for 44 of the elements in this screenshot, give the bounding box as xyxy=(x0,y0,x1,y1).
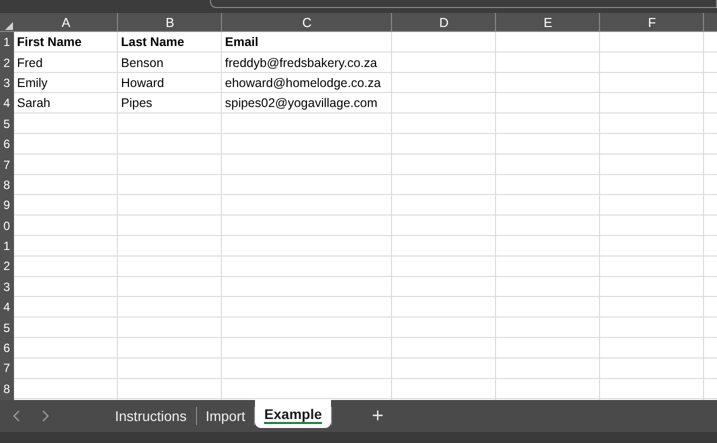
row-header[interactable]: 1 xyxy=(0,236,14,256)
row-header[interactable]: 5 xyxy=(0,114,14,134)
sheet-tab[interactable]: Import xyxy=(196,404,254,428)
row-header[interactable]: 7 xyxy=(0,358,14,379)
row-header[interactable]: 2 xyxy=(0,256,14,277)
row-header[interactable]: 5 xyxy=(0,317,14,338)
column-header[interactable]: D xyxy=(392,13,496,32)
row-header[interactable]: 0 xyxy=(0,216,14,236)
column-header[interactable]: A xyxy=(14,13,118,32)
row-header[interactable]: 2 xyxy=(0,52,14,73)
row-header[interactable]: 8 xyxy=(0,378,14,400)
table-cell-text: Pipes xyxy=(120,95,154,112)
column-header[interactable]: B xyxy=(118,13,222,32)
table-cell-text: Emily xyxy=(16,74,49,92)
row-header[interactable]: 6 xyxy=(0,338,14,358)
table-cell-text: Howard xyxy=(120,74,166,92)
table-cell-text: Last Name xyxy=(120,34,186,52)
row-header[interactable]: 3 xyxy=(0,72,14,94)
table-cell-text: freddyb@fredsbakery.co.za xyxy=(224,54,378,72)
row-header[interactable]: 1 xyxy=(0,32,14,52)
row-header[interactable]: 6 xyxy=(0,134,14,154)
table-cell-text: Benson xyxy=(120,54,164,72)
formula-bar[interactable] xyxy=(210,0,717,8)
table-cell-text: ehoward@homelodge.co.za xyxy=(224,74,382,92)
row-header[interactable]: 9 xyxy=(0,195,14,216)
table-cell-text: First Name xyxy=(16,34,83,52)
table-cell-text: Email xyxy=(224,34,260,52)
table-cell-text: spipes02@yogavillage.com xyxy=(224,95,378,112)
sheet-tab[interactable]: Instructions xyxy=(106,404,196,428)
row-header[interactable]: 3 xyxy=(0,276,14,298)
row-header[interactable]: 8 xyxy=(0,174,14,196)
table-cell-text: Sarah xyxy=(16,95,52,112)
sheet-tab[interactable]: Example xyxy=(255,400,331,428)
column-header[interactable]: E xyxy=(496,13,600,32)
table-cell-text: Fred xyxy=(16,54,44,72)
row-header[interactable]: 4 xyxy=(0,297,14,318)
chevron-right-icon xyxy=(41,410,49,422)
column-header[interactable]: F xyxy=(600,13,704,32)
column-header[interactable]: C xyxy=(222,13,392,32)
add-sheet-button[interactable]: + xyxy=(368,404,388,428)
triangle-icon xyxy=(5,22,13,30)
row-header[interactable]: 7 xyxy=(0,154,14,175)
row-header[interactable]: 4 xyxy=(0,93,14,114)
chevron-left-icon xyxy=(13,410,21,422)
